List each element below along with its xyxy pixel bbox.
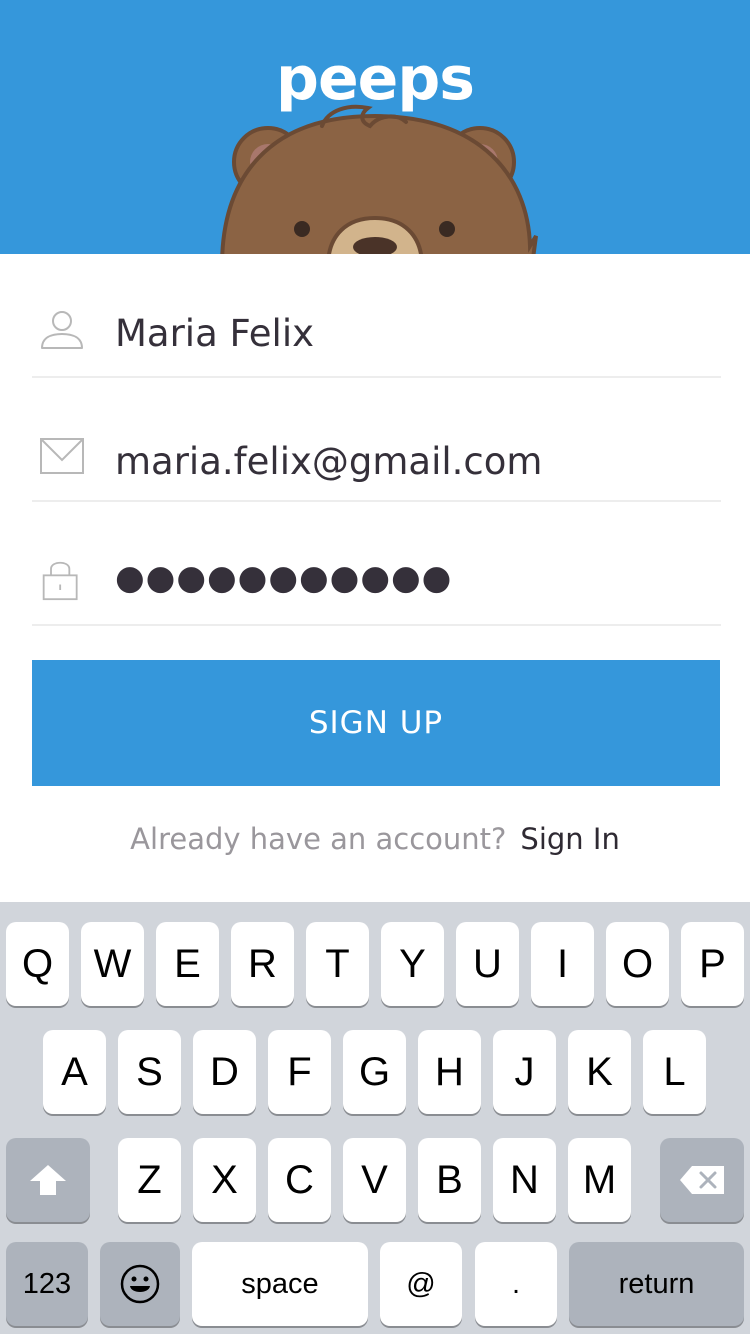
key-p[interactable]: P [681, 922, 744, 1006]
signin-row: Already have an account? Sign In [0, 822, 750, 856]
bear-mascot-illustration [220, 104, 538, 254]
period-key[interactable]: . [475, 1242, 557, 1326]
key-i[interactable]: I [531, 922, 594, 1006]
shift-key[interactable] [6, 1138, 90, 1222]
key-k[interactable]: K [568, 1030, 631, 1114]
signup-button[interactable]: SIGN UP [32, 660, 720, 786]
return-key[interactable]: return [569, 1242, 744, 1326]
key-f[interactable]: F [268, 1030, 331, 1114]
signin-link[interactable]: Sign In [520, 822, 619, 856]
key-n[interactable]: N [493, 1138, 556, 1222]
password-value[interactable]: ●●●●●●●●●●● [115, 558, 452, 598]
shift-arrow-icon [30, 1165, 66, 1195]
key-r[interactable]: R [231, 922, 294, 1006]
key-d[interactable]: D [193, 1030, 256, 1114]
key-t[interactable]: T [306, 922, 369, 1006]
numbers-key[interactable]: 123 [6, 1242, 88, 1326]
signin-prompt: Already have an account? [130, 822, 507, 856]
key-g[interactable]: G [343, 1030, 406, 1114]
key-j[interactable]: J [493, 1030, 556, 1114]
space-key-label: space [241, 1267, 319, 1300]
key-s[interactable]: S [118, 1030, 181, 1114]
name-value[interactable]: Maria Felix [115, 312, 314, 355]
emoji-key[interactable] [100, 1242, 180, 1326]
name-field[interactable]: Maria Felix [32, 254, 721, 378]
key-e[interactable]: E [156, 922, 219, 1006]
backspace-icon [680, 1166, 724, 1194]
keyboard: Q W E R T Y U I O P A S D F G H J K L Z … [0, 902, 750, 1334]
at-key-label: @ [406, 1267, 436, 1300]
key-a[interactable]: A [43, 1030, 106, 1114]
key-q[interactable]: Q [6, 922, 69, 1006]
password-field[interactable]: ●●●●●●●●●●● [32, 502, 721, 626]
return-key-label: return [618, 1267, 695, 1300]
key-w[interactable]: W [81, 922, 144, 1006]
key-o[interactable]: O [606, 922, 669, 1006]
key-b[interactable]: B [418, 1138, 481, 1222]
key-l[interactable]: L [643, 1030, 706, 1114]
backspace-key[interactable] [660, 1138, 744, 1222]
key-v[interactable]: V [343, 1138, 406, 1222]
at-key[interactable]: @ [380, 1242, 462, 1326]
key-c[interactable]: C [268, 1138, 331, 1222]
user-icon [41, 311, 83, 349]
header-banner: peeps [0, 0, 750, 254]
email-value[interactable]: maria.felix@gmail.com [115, 440, 542, 483]
lock-icon [42, 561, 78, 601]
key-z[interactable]: Z [118, 1138, 181, 1222]
period-key-label: . [511, 1267, 521, 1300]
key-x[interactable]: X [193, 1138, 256, 1222]
emoji-face-icon [120, 1264, 160, 1304]
email-field[interactable]: maria.felix@gmail.com [32, 378, 721, 502]
numbers-key-label: 123 [22, 1267, 72, 1300]
envelope-icon [40, 438, 84, 474]
key-m[interactable]: M [568, 1138, 631, 1222]
key-u[interactable]: U [456, 922, 519, 1006]
space-key[interactable]: space [192, 1242, 368, 1326]
key-y[interactable]: Y [381, 922, 444, 1006]
key-h[interactable]: H [418, 1030, 481, 1114]
